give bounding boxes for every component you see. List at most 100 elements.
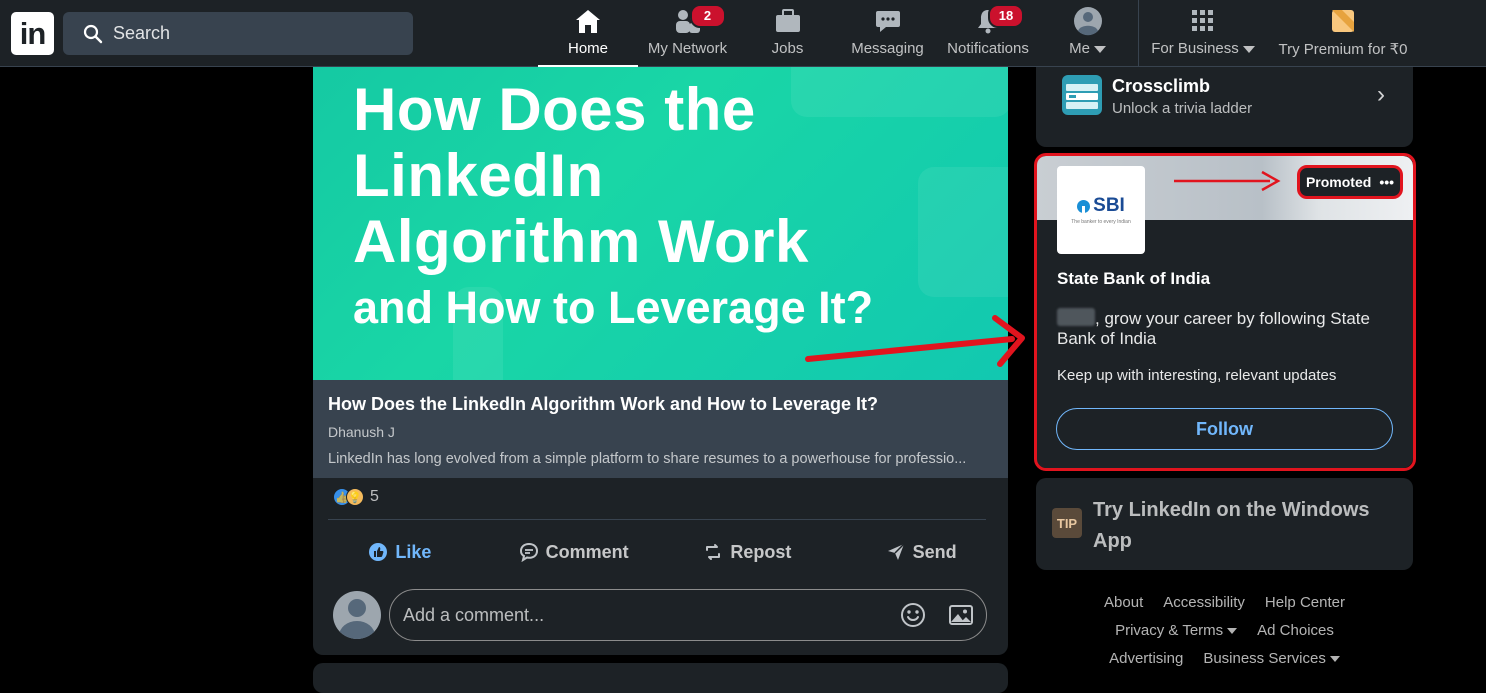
like-button[interactable]: Like [313,530,487,574]
chevron-down-icon [1093,45,1106,53]
comment-button[interactable]: Comment [487,530,661,574]
footer-link-advertising[interactable]: Advertising [1109,650,1183,667]
repost-label: Repost [730,541,792,562]
nav-messaging[interactable]: Messaging [845,6,930,67]
send-icon [887,543,905,560]
nav-try-premium[interactable]: Try Premium for ₹0 [1272,6,1414,67]
nav-messaging-label: Messaging [851,40,924,57]
emoji-icon[interactable] [900,602,926,628]
home-icon [576,10,600,33]
tip-card[interactable]: TIP Try LinkedIn on the Windows App [1036,478,1413,570]
nav-for-business[interactable]: For Business [1148,6,1258,67]
promoted-text: Promoted [1305,174,1372,190]
crossclimb-subtitle: Unlock a trivia ladder [1112,100,1253,117]
article-title[interactable]: How Does the LinkedIn Algorithm Work and… [328,394,993,415]
avatar-icon [1073,7,1102,36]
sbi-logo-icon [1077,199,1091,213]
nav-my-network-label: My Network [647,40,728,57]
hero-line: How Does the [353,76,756,143]
comment-placeholder: Add a comment... [403,604,545,625]
feed-post-card: How Does the LinkedIn Algorithm Work and… [313,67,1008,655]
hero-title: How Does the LinkedIn Algorithm Work and… [353,77,973,341]
reaction-summary[interactable]: 👍 💡 5 [333,488,379,506]
repost-icon [706,544,721,560]
hero-line: LinkedIn [353,142,604,209]
ad-subtext: Keep up with interesting, relevant updat… [1057,367,1337,384]
avatar[interactable] [333,591,381,639]
article-author: Dhanush J [328,424,395,440]
thumbs-up-icon [369,543,388,561]
crossclimb-card[interactable]: Crossclimb Unlock a trivia ladder › [1036,67,1413,147]
nav-me-label: Me [1069,40,1090,57]
reaction-count: 5 [370,488,379,505]
sbi-logo-text: SBI [1093,195,1125,216]
search-icon [83,24,103,43]
nav-home-label: Home [567,40,608,57]
premium-icon [1332,10,1354,32]
post-actions: Like Comment Repost Send [313,530,1008,574]
ad-message: , grow your career by following State Ba… [1057,308,1397,349]
crossclimb-icon [1062,75,1102,115]
next-feed-card [313,663,1008,693]
chevron-down-icon [1242,45,1255,53]
grid-icon [1192,10,1213,31]
repost-button[interactable]: Repost [661,530,835,574]
chevron-down-icon [1329,656,1340,663]
promoted-label[interactable]: Promoted ••• [1297,165,1403,199]
nav-me[interactable]: Me [1050,6,1125,67]
like-label: Like [395,541,432,562]
search-placeholder: Search [113,23,171,43]
more-options-icon[interactable]: ••• [1379,174,1394,190]
divider [328,519,986,520]
network-badge: 2 [689,4,726,28]
send-button[interactable]: Send [834,530,1008,574]
footer-link-ad-choices[interactable]: Ad Choices [1257,622,1334,639]
article-hero-image[interactable]: How Does the LinkedIn Algorithm Work and… [313,67,1008,380]
nav-notifications-label: Notifications [947,40,1029,57]
for-business-label: For Business [1151,40,1239,57]
footer-links: About Accessibility Help Center Privacy … [1036,594,1413,678]
footer-link-privacy-label: Privacy & Terms [1115,622,1224,639]
linkedin-logo[interactable]: in [11,12,54,55]
footer-link-accessibility[interactable]: Accessibility [1163,594,1245,611]
nav-my-network[interactable]: 2 My Network [640,4,735,67]
comment-composer: Add a comment... [333,589,988,641]
image-icon[interactable] [948,602,974,628]
footer-link-about[interactable]: About [1104,594,1143,611]
article-description: LinkedIn has long evolved from a simple … [328,451,967,467]
tip-badge: TIP [1052,508,1082,538]
nav-notifications[interactable]: 18 Notifications [943,4,1033,67]
tip-text: Try LinkedIn on the Windows App [1093,499,1370,552]
insightful-reaction-icon: 💡 [346,488,364,506]
try-premium-label: Try Premium for ₹0 [1278,41,1408,58]
comment-label: Comment [545,541,629,562]
top-nav-bar: in Search Home 2 My Network Jobs Messagi… [0,0,1486,67]
footer-link-business-services-label: Business Services [1203,650,1326,667]
hero-line: Algorithm Work [353,208,809,275]
promoted-ad-card: SBI The banker to every Indian Promoted … [1036,156,1413,468]
blurred-username [1057,308,1095,326]
hero-line: and How to Leverage It? [353,282,874,333]
nav-jobs-label: Jobs [771,40,804,57]
send-label: Send [912,541,957,562]
ad-company-name[interactable]: State Bank of India [1057,269,1210,289]
footer-link-help-center[interactable]: Help Center [1265,594,1345,611]
chevron-right-icon: › [1377,81,1385,108]
footer-link-privacy[interactable]: Privacy & Terms [1115,622,1238,639]
nav-divider [1138,0,1139,67]
nav-jobs[interactable]: Jobs [745,6,830,67]
chevron-down-icon [1227,628,1238,635]
sbi-logo-tagline: The banker to every Indian [1071,219,1131,225]
ad-message-text: , grow your career by following State Ba… [1057,309,1370,348]
notifications-badge: 18 [988,4,1024,28]
footer-link-business-services[interactable]: Business Services [1203,650,1340,667]
follow-button[interactable]: Follow [1056,408,1393,450]
comment-input[interactable]: Add a comment... [389,589,987,641]
article-preview[interactable]: How Does the LinkedIn Algorithm Work and… [313,380,1008,478]
nav-home[interactable]: Home [538,6,638,67]
sbi-logo[interactable]: SBI The banker to every Indian [1057,166,1145,254]
search-input[interactable]: Search [63,12,413,55]
crossclimb-title: Crossclimb [1112,76,1211,96]
comment-icon [519,542,538,562]
briefcase-icon [775,9,800,32]
